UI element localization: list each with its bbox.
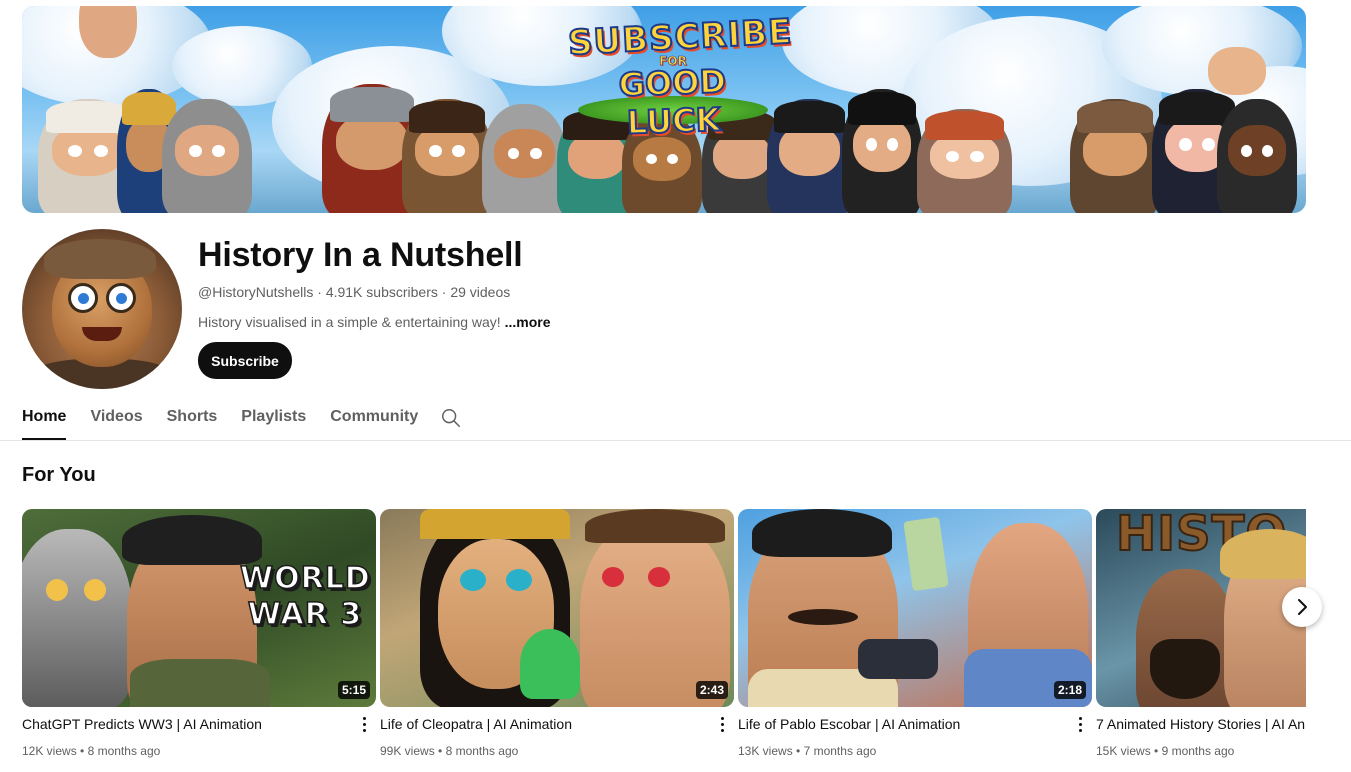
video-meta: 99K views • 8 months ago xyxy=(380,744,519,758)
subscribe-button[interactable]: Subscribe xyxy=(198,342,292,379)
video-card[interactable]: 2:43 Life of Cleopatra | AI Animation 99… xyxy=(380,509,734,758)
subscriber-count: 4.91K subscribers xyxy=(325,284,438,300)
channel-name: History In a Nutshell xyxy=(198,236,523,274)
view-count: 13K views xyxy=(738,744,793,758)
video-thumbnail[interactable]: WORLD WAR 3 5:15 xyxy=(22,509,376,707)
video-count: 29 videos xyxy=(450,284,511,300)
video-card[interactable]: 2:18 Life of Pablo Escobar | AI Animatio… xyxy=(738,509,1092,758)
tabs-divider xyxy=(0,440,1351,441)
sign-line-3: GOOD LUCK xyxy=(617,61,727,142)
more-link[interactable]: ...more xyxy=(505,314,551,330)
video-card[interactable]: WORLD WAR 3 5:15 ChatGPT Predicts WW3 | A… xyxy=(22,509,376,758)
video-thumbnail[interactable]: 2:43 xyxy=(380,509,734,707)
meta-separator: · xyxy=(437,284,451,300)
video-thumbnail[interactable]: 2:18 xyxy=(738,509,1092,707)
video-duration: 2:43 xyxy=(695,681,728,699)
more-vert-icon[interactable] xyxy=(1074,714,1086,734)
tab-playlists[interactable]: Playlists xyxy=(241,396,306,439)
upload-age: 8 months ago xyxy=(87,744,161,758)
meta-separator: · xyxy=(313,284,326,300)
section-title: For You xyxy=(22,464,96,486)
more-vert-icon[interactable] xyxy=(716,714,728,734)
partial-card-clip: HISTO 7 Animated History Stories | AI An… xyxy=(1096,509,1306,772)
video-title[interactable]: Life of Pablo Escobar | AI Animation xyxy=(738,716,1068,732)
video-title[interactable]: Life of Cleopatra | AI Animation xyxy=(380,716,710,732)
subscribe-sign: SUBSCRIBE FOR GOOD LUCK xyxy=(566,11,794,143)
video-duration: 5:15 xyxy=(337,681,370,699)
channel-handle[interactable]: @HistoryNutshells xyxy=(198,284,313,300)
video-thumbnail[interactable]: HISTO xyxy=(1096,509,1306,707)
upload-age: 9 months ago xyxy=(1161,744,1235,758)
channel-description[interactable]: History visualised in a simple & enterta… xyxy=(198,314,550,330)
tab-home[interactable]: Home xyxy=(22,396,67,440)
video-duration: 2:18 xyxy=(1053,681,1086,699)
video-title[interactable]: 7 Animated History Stories | AI Animatio… xyxy=(1096,716,1306,732)
channel-meta: @HistoryNutshells · 4.91K subscribers · … xyxy=(198,284,510,300)
channel-tabs: Home Videos Shorts Playlists Community xyxy=(22,396,442,440)
video-meta: 13K views • 7 months ago xyxy=(738,744,877,758)
more-vert-icon[interactable] xyxy=(358,714,370,734)
tab-videos[interactable]: Videos xyxy=(90,396,142,439)
view-count: 12K views xyxy=(22,744,77,758)
upload-age: 7 months ago xyxy=(803,744,877,758)
channel-avatar[interactable] xyxy=(22,229,182,389)
search-icon[interactable] xyxy=(440,407,462,429)
description-text: History visualised in a simple & enterta… xyxy=(198,314,505,330)
channel-banner: SUBSCRIBE FOR GOOD LUCK xyxy=(22,6,1306,213)
carousel-next-button[interactable] xyxy=(1282,587,1322,627)
view-count: 15K views xyxy=(1096,744,1151,758)
upload-age: 8 months ago xyxy=(445,744,519,758)
tab-community[interactable]: Community xyxy=(330,396,418,439)
view-count: 99K views xyxy=(380,744,435,758)
video-title[interactable]: ChatGPT Predicts WW3 | AI Animation xyxy=(22,716,352,732)
thumbnail-text: WORLD WAR 3 xyxy=(239,560,371,633)
video-meta: 12K views • 8 months ago xyxy=(22,744,161,758)
video-card[interactable]: HISTO 7 Animated History Stories | AI An… xyxy=(1096,509,1306,758)
video-meta: 15K views • 9 months ago xyxy=(1096,744,1235,758)
chevron-right-icon xyxy=(1298,599,1307,615)
tab-shorts[interactable]: Shorts xyxy=(167,396,218,439)
